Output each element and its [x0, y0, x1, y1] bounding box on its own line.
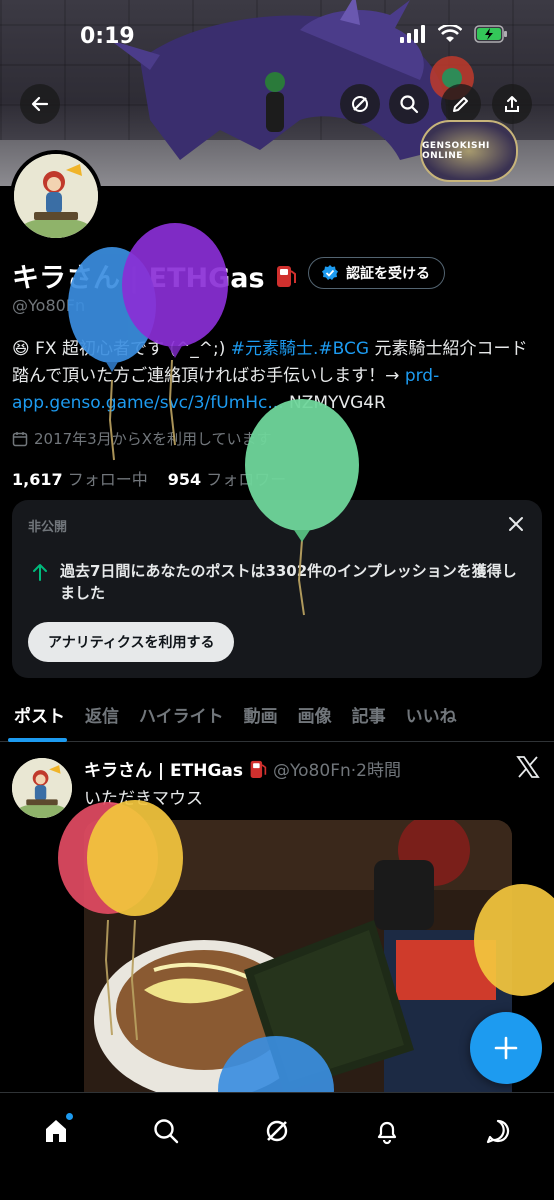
- tab-highlights[interactable]: ハイライト: [129, 694, 234, 742]
- tab-likes[interactable]: いいね: [396, 694, 467, 742]
- following-link[interactable]: 1,617 フォロー中: [12, 466, 148, 490]
- joined-text: 2017年3月からXを利用しています: [34, 430, 272, 448]
- home-icon: [46, 1120, 66, 1142]
- followers-label: フォロワー: [206, 470, 287, 489]
- calendar-icon: [12, 431, 28, 446]
- x-logo-icon: [516, 756, 540, 778]
- edit-button[interactable]: [441, 84, 481, 124]
- bio-hashtags[interactable]: #元素騎士.#BCG: [231, 339, 369, 359]
- grok-icon: [266, 1120, 288, 1142]
- tab-images[interactable]: 画像: [288, 694, 342, 742]
- plus-icon: [494, 1036, 518, 1060]
- use-analytics-button[interactable]: アナリティクスを利用する: [28, 622, 235, 662]
- tab-articles[interactable]: 記事: [342, 694, 396, 742]
- post-text: いただきマウス: [84, 789, 203, 809]
- game-logo: GENSOKISHI ONLINE: [420, 120, 518, 182]
- nav-grok[interactable]: [257, 1111, 297, 1151]
- post-avatar-art: [12, 758, 72, 818]
- followers-count: 954: [167, 470, 202, 489]
- fuel-pump-icon: [275, 263, 297, 289]
- share-button[interactable]: [492, 84, 532, 124]
- post-header: キラさん | ETHGas @Yo80Fn·2時間: [84, 756, 401, 781]
- nav-search[interactable]: [146, 1111, 186, 1151]
- tab-posts[interactable]: ポスト: [0, 694, 75, 742]
- up-arrow-icon: [33, 564, 47, 581]
- back-button[interactable]: [20, 84, 60, 124]
- profile-bio: 😆 FX 超初心者です (^_^;) #元素騎士.#BCG 元素騎士紹介コード踏…: [12, 336, 542, 417]
- profile-handle: @Yo80Fn: [12, 296, 86, 315]
- bell-icon: [377, 1121, 397, 1145]
- search-icon: [154, 1119, 179, 1144]
- joined-date: 2017年3月からXを利用しています: [12, 428, 272, 449]
- signal-icon: [400, 25, 425, 43]
- tab-replies[interactable]: 返信: [75, 694, 129, 742]
- profile-tabs: ポスト 返信 ハイライト 動画 画像 記事 いいね: [0, 694, 554, 742]
- nav-home[interactable]: [36, 1111, 76, 1151]
- close-icon: [509, 517, 523, 531]
- message-icon: [486, 1119, 510, 1144]
- display-name: キラさん | ETHGas: [12, 263, 265, 294]
- post-image[interactable]: [84, 820, 512, 1092]
- analytics-card: 非公開 過去7日間にあなたのポストは3302件のインプレッションを獲得しました …: [12, 500, 542, 678]
- back-arrow-icon: [31, 96, 49, 112]
- post-handle-time: @Yo80Fn·2時間: [273, 761, 401, 781]
- search-icon: [400, 95, 419, 114]
- x-logo: [516, 756, 540, 782]
- status-icons: [400, 25, 508, 43]
- verified-badge-icon: [322, 265, 338, 280]
- close-card-button[interactable]: [506, 514, 526, 538]
- impressions-text: 過去7日間にあなたのポストは3302件のインプレッションを獲得しました: [60, 562, 517, 602]
- nav-notifications[interactable]: [367, 1111, 407, 1151]
- compose-button[interactable]: [470, 1012, 542, 1084]
- grok-button[interactable]: [340, 84, 380, 124]
- status-time: 0:19: [80, 24, 135, 49]
- impressions-message: 過去7日間にあなたのポストは3302件のインプレッションを獲得しました: [32, 560, 522, 604]
- wifi-icon: [438, 25, 462, 42]
- tab-videos[interactable]: 動画: [234, 694, 288, 742]
- followers-link[interactable]: 954 フォロワー: [168, 466, 287, 490]
- private-label: 非公開: [28, 520, 68, 535]
- battery-icon: [474, 25, 507, 43]
- notification-dot: [66, 1113, 73, 1120]
- bottom-nav: [0, 1092, 554, 1200]
- profile-avatar[interactable]: [10, 150, 102, 242]
- bio-code: NZMYVG4R: [283, 393, 386, 413]
- post-avatar[interactable]: [12, 758, 72, 818]
- get-verified-button[interactable]: 認証を受ける: [308, 257, 445, 289]
- avatar-art: [14, 154, 98, 238]
- get-verified-label: 認証を受ける: [346, 266, 430, 282]
- following-label: フォロー中: [67, 470, 148, 489]
- fuel-pump-icon: [250, 760, 267, 778]
- follow-stats: 1,617 フォロー中 954 フォロワー: [12, 466, 286, 490]
- search-button[interactable]: [389, 84, 429, 124]
- share-icon: [505, 96, 519, 112]
- name-row: キラさん | ETHGas: [12, 256, 297, 295]
- post-author[interactable]: キラさん | ETHGas: [84, 756, 243, 781]
- nav-messages[interactable]: [478, 1111, 518, 1151]
- edit-icon: [453, 97, 468, 112]
- bio-prefix: 😆 FX 超初心者です (^_^;): [12, 339, 231, 359]
- food-photo: [84, 820, 512, 1092]
- following-count: 1,617: [12, 470, 63, 489]
- grok-icon: [352, 96, 368, 112]
